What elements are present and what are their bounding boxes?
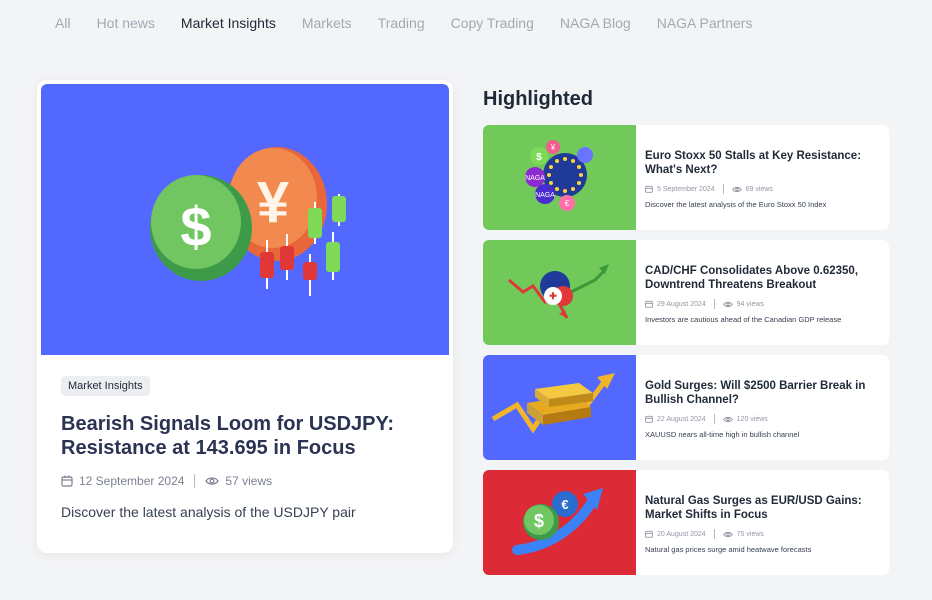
featured-article-meta: 12 September 2024 57 views xyxy=(61,474,429,488)
svg-text:$: $ xyxy=(536,152,542,163)
featured-article-views: 57 views xyxy=(225,474,273,488)
article-date: 20 August 2024 xyxy=(657,530,706,538)
calendar-icon xyxy=(645,415,653,423)
featured-article-description: Discover the latest analysis of the USDJ… xyxy=(61,504,356,520)
meta-divider xyxy=(713,414,715,424)
eye-icon xyxy=(731,186,742,192)
category-tabs: All Hot news Market Insights Markets Tra… xyxy=(55,15,752,31)
article-description: Discover the latest analysis of the Euro… xyxy=(645,200,827,209)
eye-icon xyxy=(722,301,733,307)
highlighted-card[interactable]: ✚ CAD/CHF Consolidates Above 0.62350, Do… xyxy=(483,240,889,345)
highlighted-heading: Highlighted xyxy=(483,88,593,110)
article-date: 5 September 2024 xyxy=(657,185,715,193)
article-views: 94 views xyxy=(736,300,764,308)
tab-markets[interactable]: Markets xyxy=(302,15,352,31)
article-title[interactable]: CAD/CHF Consolidates Above 0.62350, Down… xyxy=(645,264,879,292)
article-meta: 22 August 2024 120 views xyxy=(645,414,879,424)
tab-trading[interactable]: Trading xyxy=(378,15,425,31)
svg-text:€: € xyxy=(565,199,570,208)
article-meta: 5 September 2024 69 views xyxy=(645,184,879,194)
calendar-icon xyxy=(645,300,653,308)
article-description: XAUUSD nears all-time high in bullish ch… xyxy=(645,430,800,439)
featured-article-image[interactable]: ¥ $ xyxy=(41,84,449,355)
article-views: 75 views xyxy=(736,530,764,538)
featured-article-card[interactable]: ¥ $ Market Insights Bearish Signals Loom… xyxy=(37,80,453,553)
meta-divider xyxy=(194,474,196,488)
calendar-icon xyxy=(645,185,653,193)
euro-stoxx-illustration: $ ¥ NAGA NAGA € xyxy=(525,140,593,211)
article-views: 120 views xyxy=(736,415,768,423)
article-title[interactable]: Gold Surges: Will $2500 Barrier Break in… xyxy=(645,379,879,407)
svg-text:$: $ xyxy=(534,511,544,531)
article-date: 22 August 2024 xyxy=(657,415,706,423)
article-meta: 29 August 2024 94 views xyxy=(645,299,879,309)
article-views: 69 views xyxy=(745,185,773,193)
calendar-icon xyxy=(61,475,73,487)
highlighted-card[interactable]: $ ¥ NAGA NAGA € Euro Stoxx 50 Stalls at … xyxy=(483,125,889,230)
article-description: Natural gas prices surge amid heatwave f… xyxy=(645,545,812,554)
eye-icon xyxy=(722,416,733,422)
calendar-icon xyxy=(645,530,653,538)
meta-divider xyxy=(713,299,715,309)
eye-icon xyxy=(205,477,220,485)
featured-article-title[interactable]: Bearish Signals Loom for USDJPY: Resista… xyxy=(61,412,429,460)
article-thumbnail[interactable]: $ ¥ NAGA NAGA € xyxy=(483,125,636,230)
tab-naga-partners[interactable]: NAGA Partners xyxy=(657,15,753,31)
natural-gas-illustration: € $ xyxy=(512,488,603,555)
tab-market-insights[interactable]: Market Insights xyxy=(181,15,276,31)
meta-divider xyxy=(722,184,724,194)
article-meta: 20 August 2024 75 views xyxy=(645,529,879,539)
cad-chf-illustration: ✚ xyxy=(508,264,609,319)
highlighted-list: $ ¥ NAGA NAGA € Euro Stoxx 50 Stalls at … xyxy=(483,125,889,585)
article-thumbnail[interactable]: ✚ xyxy=(483,240,636,345)
article-thumbnail[interactable]: € $ xyxy=(483,470,636,575)
svg-text:$: $ xyxy=(180,195,211,258)
highlighted-card[interactable]: Gold Surges: Will $2500 Barrier Break in… xyxy=(483,355,889,460)
meta-divider xyxy=(713,529,715,539)
tab-copy-trading[interactable]: Copy Trading xyxy=(451,15,534,31)
svg-text:¥: ¥ xyxy=(257,170,289,235)
svg-text:NAGA: NAGA xyxy=(535,192,555,199)
article-title[interactable]: Natural Gas Surges as EUR/USD Gains: Mar… xyxy=(645,494,879,522)
gold-bars-illustration xyxy=(491,373,615,434)
article-description: Investors are cautious ahead of the Cana… xyxy=(645,315,842,324)
eye-icon xyxy=(722,531,733,537)
svg-text:✚: ✚ xyxy=(549,291,557,301)
article-thumbnail[interactable] xyxy=(483,355,636,460)
article-title[interactable]: Euro Stoxx 50 Stalls at Key Resistance: … xyxy=(645,149,879,177)
tab-all[interactable]: All xyxy=(55,15,71,31)
svg-text:NAGA: NAGA xyxy=(525,175,545,182)
featured-article-date: 12 September 2024 xyxy=(79,474,185,488)
article-date: 29 August 2024 xyxy=(657,300,706,308)
highlighted-card[interactable]: € $ Natural Gas Surges as EUR/USD Gains:… xyxy=(483,470,889,575)
svg-text:¥: ¥ xyxy=(550,143,556,152)
tab-naga-blog[interactable]: NAGA Blog xyxy=(560,15,631,31)
tab-hot-news[interactable]: Hot news xyxy=(97,15,155,31)
category-badge[interactable]: Market Insights xyxy=(61,376,150,396)
svg-text:€: € xyxy=(561,497,568,512)
currency-candles-illustration: ¥ $ xyxy=(150,147,346,296)
